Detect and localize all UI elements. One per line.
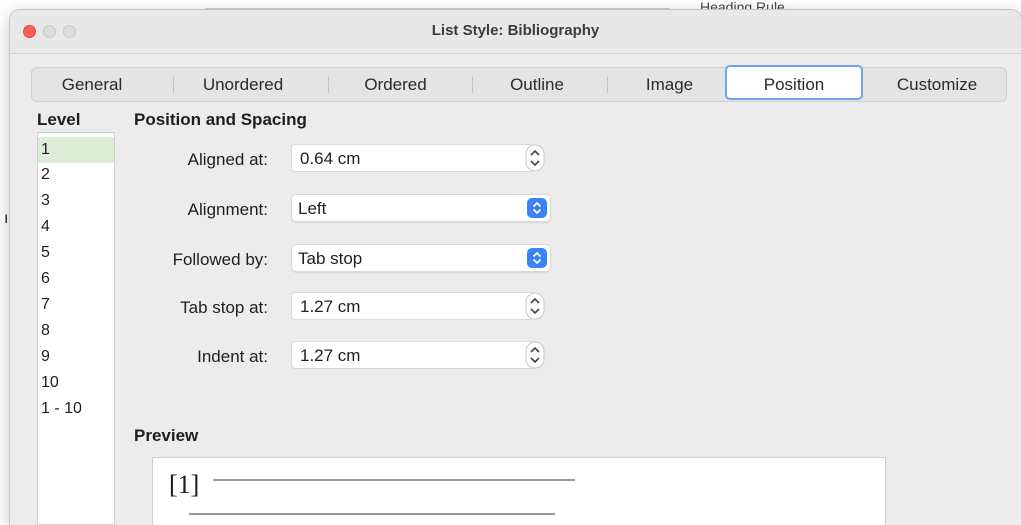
level-item-10[interactable]: 10 <box>38 370 114 396</box>
select-arrows-icon <box>532 201 542 215</box>
tab-general[interactable]: General <box>32 68 152 101</box>
tab-separator <box>173 77 174 93</box>
followed-by-value: Tab stop <box>298 249 363 268</box>
aligned-at-stepper[interactable] <box>525 144 545 172</box>
background-mark: ı <box>4 210 9 227</box>
level-item-6[interactable]: 6 <box>38 266 114 292</box>
dialog-window: List Style: Bibliography General Unorder… <box>10 10 1021 525</box>
preview-area: [1] <box>152 457 886 525</box>
preview-text-line <box>213 479 575 481</box>
tab-unordered[interactable]: Unordered <box>183 68 303 101</box>
tab-outline[interactable]: Outline <box>482 68 592 101</box>
window-title: List Style: Bibliography <box>431 22 600 39</box>
title-bar: List Style: Bibliography <box>10 10 1021 54</box>
alignment-value: Left <box>298 199 327 218</box>
indent-at-label: Indent at: <box>197 347 268 366</box>
stepper-icon <box>525 292 545 320</box>
alignment-label: Alignment: <box>187 200 268 219</box>
level-item-4[interactable]: 4 <box>38 214 114 240</box>
tab-customize[interactable]: Customize <box>872 68 1002 101</box>
background-partial-text: Heading Rule <box>700 0 785 9</box>
level-item-9[interactable]: 9 <box>38 344 114 370</box>
preview-marker: [1] <box>169 470 200 499</box>
tab-bar: General Unordered Ordered Outline Image … <box>31 65 1007 102</box>
tab-separator <box>472 77 473 93</box>
preview-heading: Preview <box>134 426 199 445</box>
level-item-5[interactable]: 5 <box>38 240 114 266</box>
level-list[interactable]: 1 2 3 4 5 6 7 8 9 10 1 - 10 <box>37 132 115 525</box>
select-arrows-icon <box>532 251 542 265</box>
level-item-8[interactable]: 8 <box>38 318 114 344</box>
indent-at-stepper[interactable] <box>525 341 545 369</box>
tab-image[interactable]: Image <box>617 68 722 101</box>
alignment-select[interactable]: Left <box>291 194 551 222</box>
alignment-select-button[interactable] <box>527 198 547 218</box>
tab-stop-at-stepper[interactable] <box>525 292 545 320</box>
aligned-at-label: Aligned at: <box>187 150 268 169</box>
tab-ordered[interactable]: Ordered <box>338 68 453 101</box>
tab-separator <box>328 77 329 93</box>
stepper-icon <box>525 144 545 172</box>
tab-position[interactable]: Position <box>725 65 863 100</box>
position-spacing-heading: Position and Spacing <box>134 110 307 129</box>
tab-stop-at-input[interactable]: 1.27 cm <box>291 292 536 320</box>
aligned-at-input[interactable]: 0.64 cm <box>291 144 536 172</box>
tab-stop-at-label: Tab stop at: <box>180 298 268 317</box>
followed-by-select[interactable]: Tab stop <box>291 244 551 272</box>
preview-text-line <box>189 513 555 515</box>
tab-separator <box>607 77 608 93</box>
stepper-icon <box>525 341 545 369</box>
level-item-3[interactable]: 3 <box>38 188 114 214</box>
level-item-1-10[interactable]: 1 - 10 <box>38 396 114 422</box>
level-heading: Level <box>37 110 81 129</box>
level-item-2[interactable]: 2 <box>38 162 114 188</box>
level-item-7[interactable]: 7 <box>38 292 114 318</box>
indent-at-input[interactable]: 1.27 cm <box>291 341 536 369</box>
followed-by-label: Followed by: <box>172 250 268 269</box>
followed-by-select-button[interactable] <box>527 248 547 268</box>
level-item-1[interactable]: 1 <box>38 137 114 163</box>
